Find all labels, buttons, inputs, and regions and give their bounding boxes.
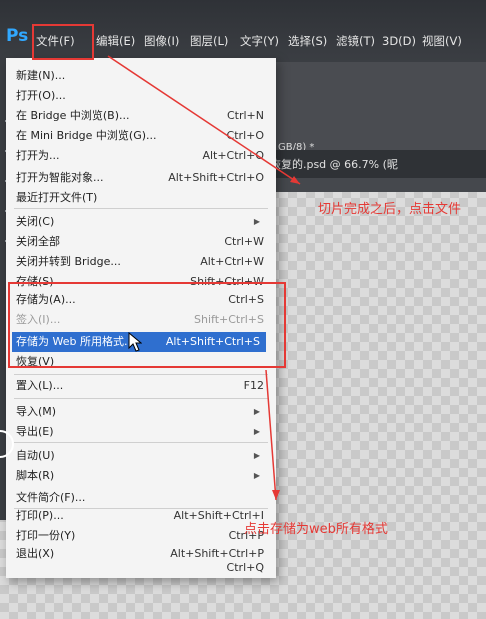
arrow-to-step2 <box>265 369 277 501</box>
arrow-to-step1 <box>107 55 301 185</box>
annotation-arrows <box>107 55 301 501</box>
annotation-step2: 点击存储为web所有格式 <box>244 522 388 537</box>
arrow-head-icon <box>290 176 300 184</box>
arrow-head-icon <box>272 490 280 500</box>
annotation-step1: 切片完成之后，点击文件 <box>318 202 462 217</box>
mouse-cursor-icon <box>128 332 142 352</box>
